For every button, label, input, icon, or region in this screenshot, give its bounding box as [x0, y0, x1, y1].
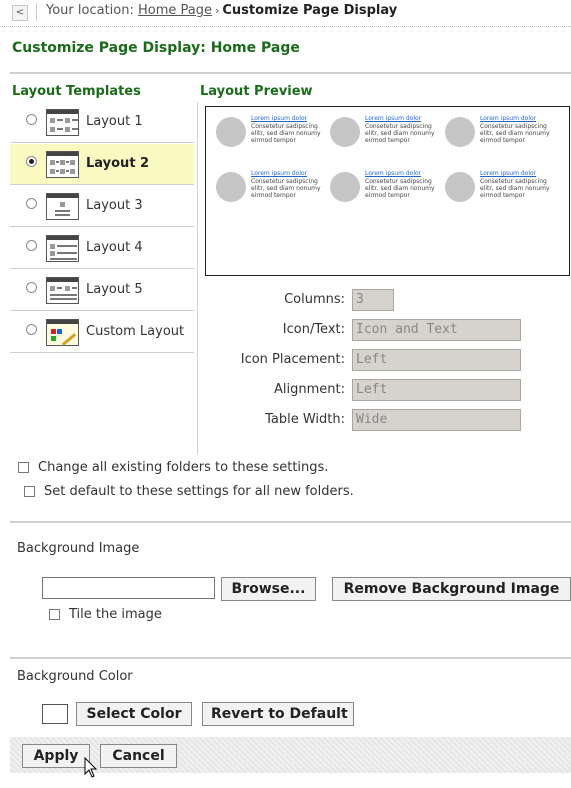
breadcrumb-separator: › — [214, 4, 220, 17]
columns-label: Columns: — [284, 292, 345, 307]
layout-option-4[interactable]: Layout 4 — [10, 228, 194, 269]
background-image-path-input[interactable] — [42, 577, 215, 599]
preview-item-title: Lorem ipsum dolor — [480, 170, 537, 177]
change-existing-label: Change all existing folders to these set… — [38, 460, 329, 475]
preview-item-title: Lorem ipsum dolor — [251, 170, 308, 177]
preview-item-title: Lorem ipsum dolor — [251, 115, 308, 122]
preview-item-title: Lorem ipsum dolor — [480, 115, 537, 122]
color-swatch[interactable] — [42, 704, 68, 724]
preview-item: Lorem ipsum dolor Consetetur sadipscing e… — [330, 170, 445, 212]
layout-option-1[interactable]: Layout 1 — [10, 102, 194, 143]
breadcrumb-underline — [0, 26, 571, 27]
icon-placement-label: Icon Placement: — [240, 352, 345, 367]
custom-layout-radio[interactable] — [26, 324, 37, 335]
preview-icon — [445, 172, 475, 202]
preview-item-title: Lorem ipsum dolor — [365, 115, 422, 122]
column-divider — [197, 102, 198, 454]
layout-4-radio[interactable] — [26, 240, 37, 251]
preview-item-text: Consetetur sadipscing elitr, sed diam no… — [365, 123, 435, 144]
back-button[interactable]: < — [12, 5, 28, 21]
tile-image-checkbox[interactable] — [49, 609, 60, 620]
preview-item-text: Consetetur sadipscing elitr, sed diam no… — [251, 178, 321, 199]
table-width-field[interactable]: Wide — [352, 409, 521, 431]
layout-3-label: Layout 3 — [86, 198, 143, 213]
layout-option-2[interactable]: Layout 2 — [10, 144, 194, 185]
layout-4-label: Layout 4 — [86, 240, 143, 255]
layout-option-3[interactable]: Layout 3 — [10, 186, 194, 227]
preview-item-text: Consetetur sadipscing elitr, sed diam no… — [251, 123, 321, 144]
alignment-label: Alignment: — [274, 382, 345, 397]
layout-templates-heading: Layout Templates — [12, 84, 141, 99]
layout-preview: Lorem ipsum dolor Consetetur sadipscing e… — [205, 106, 570, 276]
background-color-divider — [10, 657, 571, 659]
layout-option-custom[interactable]: Custom Layout — [10, 312, 194, 353]
layout-2-radio[interactable] — [26, 156, 37, 167]
layout-1-radio[interactable] — [26, 114, 37, 125]
cancel-button[interactable]: Cancel — [100, 744, 177, 768]
background-image-divider — [10, 521, 571, 523]
icon-placement-field[interactable]: Left — [352, 349, 521, 371]
set-default-label: Set default to these settings for all ne… — [44, 484, 354, 499]
layout-1-label: Layout 1 — [86, 114, 143, 129]
preview-item-text: Consetetur sadipscing elitr, sed diam no… — [480, 178, 550, 199]
preview-item: Lorem ipsum dolor Consetetur sadipscing e… — [216, 170, 331, 212]
breadcrumb-prefix: Your location: — [46, 3, 138, 18]
custom-layout-edit-icon — [46, 319, 79, 346]
preview-icon — [216, 172, 246, 202]
preview-item: Lorem ipsum dolor Consetetur sadipscing e… — [330, 115, 445, 157]
icon-text-field[interactable]: Icon and Text — [352, 319, 521, 341]
set-default-checkbox[interactable] — [24, 486, 35, 497]
preview-item-text: Consetetur sadipscing elitr, sed diam no… — [480, 123, 550, 144]
background-image-title: Background Image — [17, 541, 140, 556]
layout-5-thumbnail-icon — [46, 277, 79, 304]
browse-button[interactable]: Browse... — [221, 577, 316, 601]
revert-to-default-button[interactable]: Revert to Default — [202, 702, 354, 726]
page-title: Customize Page Display: Home Page — [12, 40, 300, 56]
layout-4-thumbnail-icon — [46, 235, 79, 262]
title-divider — [10, 72, 571, 74]
columns-field[interactable]: 3 — [352, 289, 394, 311]
preview-icon — [330, 172, 360, 202]
custom-layout-label: Custom Layout — [86, 324, 185, 339]
breadcrumb-divider — [36, 3, 37, 21]
mouse-cursor-icon — [84, 757, 98, 778]
layout-3-radio[interactable] — [26, 198, 37, 209]
alignment-field[interactable]: Left — [352, 379, 521, 401]
layout-option-5[interactable]: Layout 5 — [10, 270, 194, 311]
preview-item: Lorem ipsum dolor Consetetur sadipscing e… — [445, 115, 560, 157]
background-color-title: Background Color — [17, 669, 133, 684]
layout-5-label: Layout 5 — [86, 282, 143, 297]
icon-text-label: Icon/Text: — [282, 322, 345, 337]
layout-2-label: Layout 2 — [86, 156, 150, 171]
preview-icon — [445, 117, 475, 147]
remove-background-image-button[interactable]: Remove Background Image — [332, 577, 571, 601]
preview-icon — [330, 117, 360, 147]
layout-5-radio[interactable] — [26, 282, 37, 293]
layout-3-thumbnail-icon — [46, 193, 79, 220]
change-existing-checkbox[interactable] — [18, 462, 29, 473]
tile-image-label: Tile the image — [69, 607, 162, 622]
layout-2-thumbnail-icon — [46, 151, 79, 178]
table-width-label: Table Width: — [265, 412, 345, 427]
preview-item-title: Lorem ipsum dolor — [365, 170, 422, 177]
breadcrumb-current: Customize Page Display — [222, 3, 398, 18]
breadcrumb-home-link[interactable]: Home Page — [138, 3, 212, 18]
breadcrumb: Your location: Home Page › Customize Page … — [46, 3, 397, 18]
apply-button[interactable]: Apply — [22, 744, 90, 768]
layout-1-thumbnail-icon — [46, 109, 79, 136]
preview-item: Lorem ipsum dolor Consetetur sadipscing e… — [216, 115, 331, 157]
preview-item-text: Consetetur sadipscing elitr, sed diam no… — [365, 178, 435, 199]
layout-preview-heading: Layout Preview — [200, 84, 313, 99]
select-color-button[interactable]: Select Color — [76, 702, 192, 726]
preview-item: Lorem ipsum dolor Consetetur sadipscing e… — [445, 170, 560, 212]
preview-icon — [216, 117, 246, 147]
